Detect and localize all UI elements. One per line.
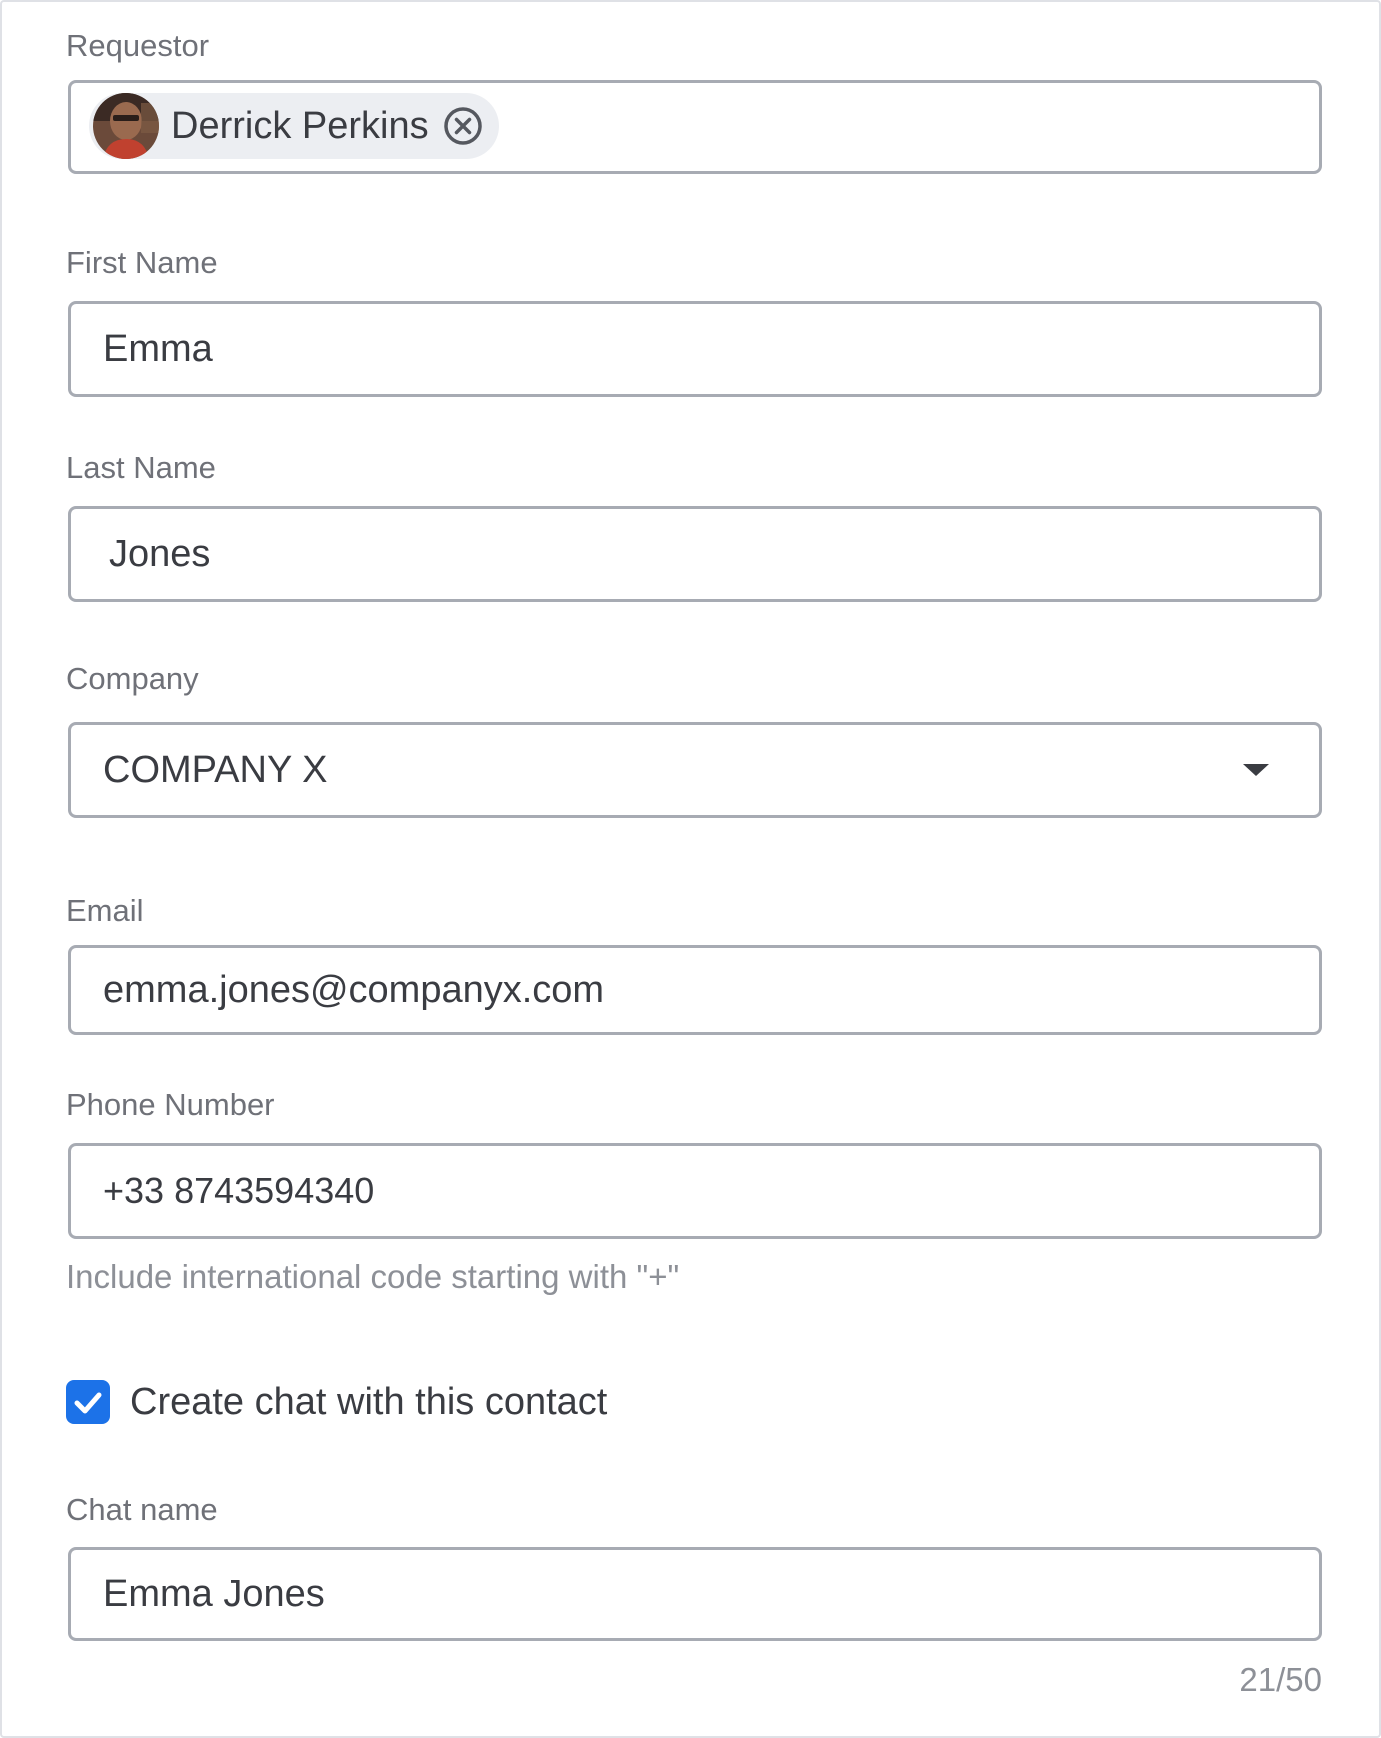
caret-down-icon [1243, 764, 1269, 776]
phone-label: Phone Number [66, 1087, 275, 1122]
requestor-chip-name: Derrick Perkins [171, 104, 429, 147]
chat-name-input[interactable]: Emma Jones [68, 1547, 1322, 1641]
first-name-label: First Name [66, 245, 218, 280]
contact-form-panel: Requestor Derrick Perkins First Name Emm… [0, 0, 1381, 1738]
first-name-value: Emma [103, 327, 213, 370]
email-input[interactable]: emma.jones@companyx.com [68, 945, 1322, 1035]
create-chat-checkbox[interactable] [66, 1380, 110, 1424]
checkmark-icon [74, 1392, 102, 1414]
last-name-input[interactable]: Jones [68, 506, 1322, 602]
chat-name-counter: 21/50 [1239, 1661, 1322, 1698]
chat-name-label: Chat name [66, 1492, 218, 1527]
close-circle-icon[interactable] [441, 104, 485, 148]
avatar [93, 93, 159, 159]
create-chat-label: Create chat with this contact [130, 1380, 608, 1423]
phone-hint: Include international code starting with… [66, 1258, 680, 1295]
chat-name-value: Emma Jones [103, 1572, 325, 1615]
company-label: Company [66, 661, 199, 696]
last-name-label: Last Name [66, 450, 216, 485]
company-select[interactable]: COMPANY X [68, 722, 1322, 818]
first-name-input[interactable]: Emma [68, 301, 1322, 397]
phone-value: +33 8743594340 [103, 1170, 375, 1211]
last-name-value: Jones [109, 532, 211, 575]
requestor-label: Requestor [66, 28, 210, 63]
requestor-field[interactable]: Derrick Perkins [68, 80, 1322, 174]
requestor-chip: Derrick Perkins [89, 93, 499, 159]
create-chat-row[interactable]: Create chat with this contact [66, 1380, 607, 1424]
email-label: Email [66, 893, 144, 928]
email-value: emma.jones@companyx.com [103, 968, 605, 1011]
phone-input[interactable]: +33 8743594340 [68, 1143, 1322, 1239]
company-value: COMPANY X [103, 748, 328, 791]
